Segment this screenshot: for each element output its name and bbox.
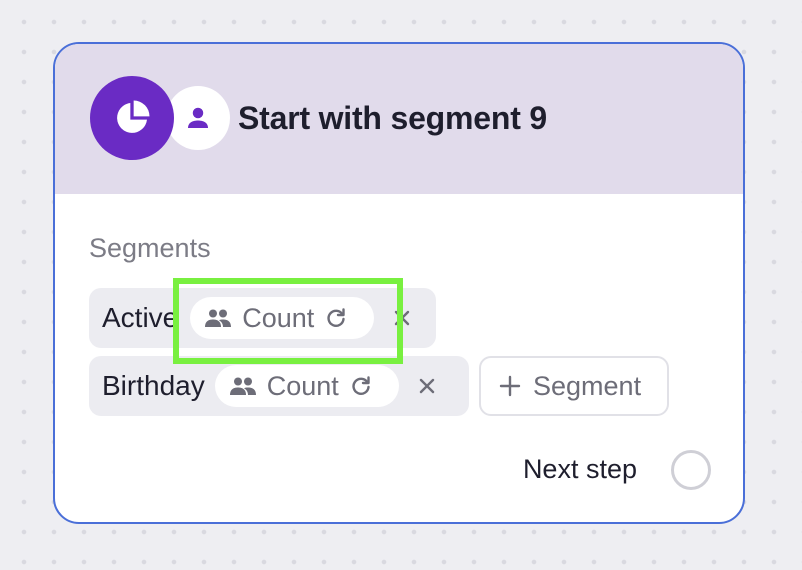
segment-row-birthday: Birthday Count xyxy=(89,356,469,416)
refresh-icon[interactable] xyxy=(349,374,373,398)
people-icon xyxy=(229,375,257,397)
close-icon[interactable] xyxy=(390,306,414,330)
card-title: Start with segment 9 xyxy=(238,100,547,136)
pie-chart-icon xyxy=(90,76,174,160)
card-header: Start with segment 9 xyxy=(55,44,743,194)
count-label: Count xyxy=(242,302,315,333)
refresh-icon[interactable] xyxy=(324,306,348,330)
next-step-label: Next step xyxy=(522,454,637,484)
people-icon xyxy=(204,307,232,329)
segment-name: Active xyxy=(102,302,179,333)
segment-name: Birthday xyxy=(102,370,205,401)
count-button[interactable]: Count xyxy=(190,297,375,339)
close-icon[interactable] xyxy=(415,374,439,398)
segments-label: Segments xyxy=(89,233,211,263)
count-button[interactable]: Count xyxy=(214,365,399,407)
count-label: Count xyxy=(266,370,339,401)
user-icon xyxy=(166,86,230,150)
segment-row-active: Active Count xyxy=(89,288,436,348)
segment-step-card: Start with segment 9 Segments Active Cou… xyxy=(53,42,745,524)
add-segment-label: Segment xyxy=(533,370,642,401)
add-segment-button[interactable]: Segment xyxy=(479,356,669,416)
next-step-connector[interactable] xyxy=(671,450,711,490)
plus-icon xyxy=(499,375,521,397)
